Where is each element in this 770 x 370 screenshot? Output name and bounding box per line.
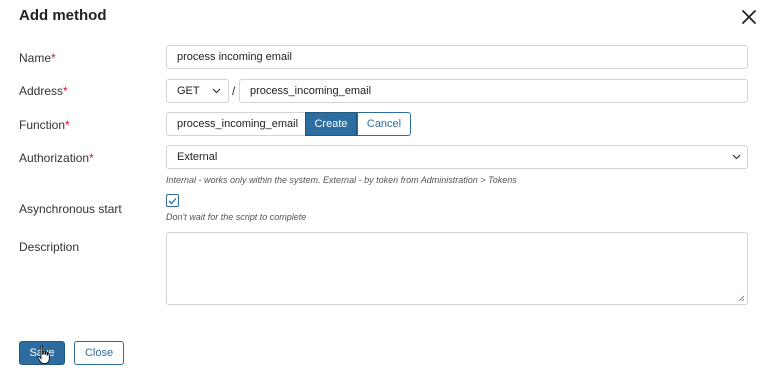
close-button[interactable]: Close	[74, 341, 124, 365]
address-path-value: process_incoming_email	[250, 85, 372, 97]
function-label-text: Function	[19, 118, 66, 132]
name-input[interactable]: process incoming email	[166, 45, 748, 69]
required-mark: *	[63, 84, 68, 98]
checkmark-icon	[168, 197, 177, 204]
address-label: Address*	[19, 84, 68, 98]
name-label: Name*	[19, 51, 56, 65]
resize-handle-icon[interactable]	[738, 295, 745, 302]
name-label-text: Name	[19, 51, 52, 65]
function-input[interactable]: process_incoming_email	[166, 112, 307, 136]
async-start-label: Asynchronous start	[19, 202, 122, 216]
hand-pointer-cursor-icon	[37, 345, 50, 364]
http-method-select[interactable]: GET	[166, 79, 229, 103]
close-icon[interactable]	[741, 9, 757, 25]
function-label: Function*	[19, 118, 70, 132]
async-start-hint: Don't wait for the script to complete	[166, 212, 307, 222]
authorization-select[interactable]: External	[166, 145, 748, 169]
dialog-title: Add method	[19, 7, 107, 24]
required-mark: *	[51, 51, 56, 65]
address-path-input[interactable]: process_incoming_email	[239, 79, 748, 103]
address-label-text: Address	[19, 84, 64, 98]
cancel-button[interactable]: Cancel	[357, 112, 411, 136]
add-method-dialog: Add method Name* process incoming email …	[0, 0, 770, 370]
description-textarea[interactable]	[166, 232, 748, 305]
description-label: Description	[19, 240, 80, 254]
name-input-value: process incoming email	[177, 51, 292, 63]
required-mark: *	[89, 151, 94, 165]
async-start-checkbox[interactable]	[166, 194, 179, 207]
chevron-down-icon	[212, 88, 221, 94]
http-method-value: GET	[177, 85, 200, 97]
authorization-label-text: Authorization	[19, 151, 90, 165]
authorization-hint: Internal - works only within the system.…	[166, 175, 517, 185]
authorization-label: Authorization*	[19, 151, 94, 165]
authorization-value: External	[177, 151, 218, 163]
address-separator: /	[232, 84, 236, 98]
function-input-value: process_incoming_email	[177, 118, 299, 130]
create-button[interactable]: Create	[305, 112, 357, 136]
required-mark: *	[65, 118, 70, 132]
chevron-down-icon	[732, 154, 741, 160]
